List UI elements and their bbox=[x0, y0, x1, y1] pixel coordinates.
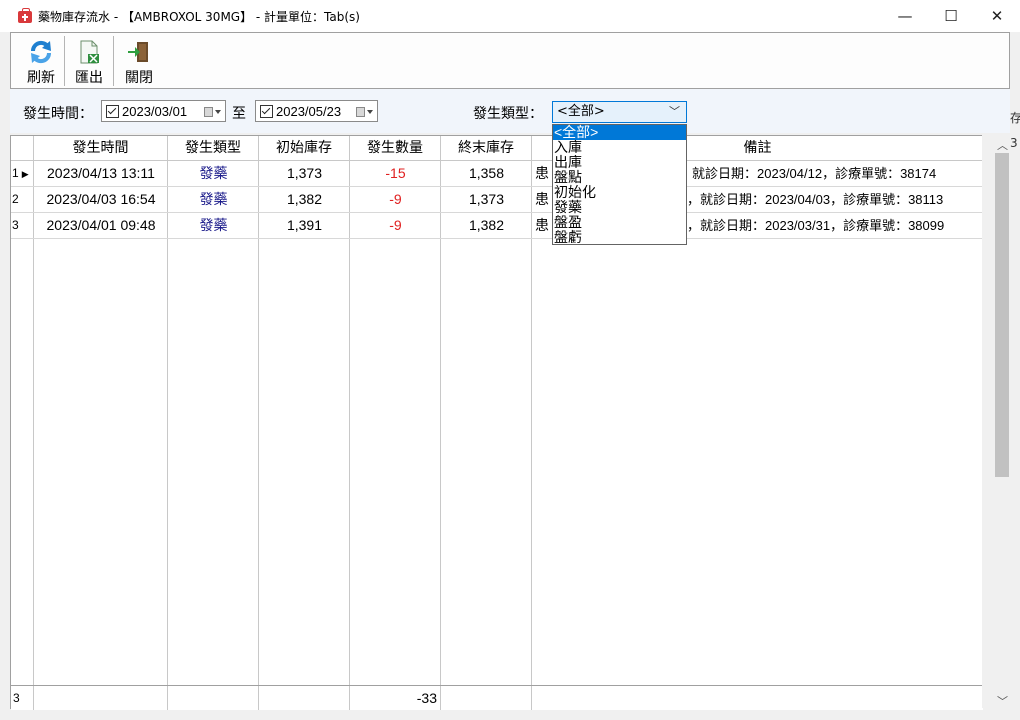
minimize-icon: — bbox=[897, 7, 913, 25]
time-cell[interactable]: 2023/04/01 09:48 bbox=[34, 213, 168, 238]
type-cell[interactable]: 發藥 bbox=[168, 187, 259, 212]
dropdown-option-stock-in[interactable]: 入庫 bbox=[553, 140, 686, 155]
refresh-label: 刷新 bbox=[27, 70, 55, 86]
table-row[interactable]: 3 2023/04/01 09:48 發藥 1,391 -9 1,382 患 ，… bbox=[11, 213, 983, 239]
refresh-icon bbox=[27, 38, 55, 65]
calendar-dropdown-icon[interactable] bbox=[356, 106, 373, 117]
record-count: 3 bbox=[11, 686, 34, 710]
type-dropdown-list[interactable]: <全部> 入庫 出庫 盤點 初始化 發藥 盤盈 盤虧 bbox=[552, 124, 687, 245]
current-row-indicator-icon: ▶ bbox=[21, 169, 29, 179]
dropdown-option-inventory-count[interactable]: 盤點 bbox=[553, 170, 686, 185]
data-grid: 發生時間 發生類型 初始庫存 發生數量 終末庫存 備註 1 ▶ 2023/04/1… bbox=[10, 135, 983, 710]
row-number: 1 ▶ bbox=[12, 166, 29, 180]
type-select[interactable]: <全部> ﹀ bbox=[552, 101, 687, 123]
to-label: 至 bbox=[232, 106, 246, 122]
dropdown-option-deficit[interactable]: 盤虧 bbox=[553, 230, 686, 245]
dropdown-option-surplus[interactable]: 盤盈 bbox=[553, 215, 686, 230]
summary-cell bbox=[34, 686, 168, 710]
date-to-checkbox[interactable] bbox=[260, 104, 273, 118]
close-icon: ✕ bbox=[990, 7, 1004, 25]
dropdown-option-stock-out[interactable]: 出庫 bbox=[553, 155, 686, 170]
toolbar: 刷新 匯出 關閉 bbox=[10, 32, 1010, 89]
time-cell[interactable]: 2023/04/13 13:11 bbox=[34, 161, 168, 186]
medicine-bag-icon bbox=[17, 8, 33, 24]
date-to-value: 2023/05/23 bbox=[276, 103, 342, 119]
start-stock-cell[interactable]: 1,382 bbox=[259, 187, 350, 212]
close-window-button[interactable]: ✕ bbox=[974, 0, 1020, 32]
dropdown-option-initialize[interactable]: 初始化 bbox=[553, 185, 686, 200]
table-row[interactable]: 1 ▶ 2023/04/13 13:11 發藥 1,373 -15 1,358 患… bbox=[11, 161, 983, 187]
start-stock-cell[interactable]: 1,373 bbox=[259, 161, 350, 186]
column-header[interactable]: 發生數量 bbox=[350, 136, 441, 160]
dropdown-option-all[interactable]: <全部> bbox=[553, 125, 686, 140]
clipped-text: 3 bbox=[1010, 136, 1018, 150]
clipped-panel: 存 3 bbox=[1010, 105, 1020, 150]
title-bar: 藥物庫存流水 - 【AMBROXOL 30MG】 - 計量單位：Tab(s) —… bbox=[0, 0, 1020, 32]
minimize-button[interactable]: — bbox=[882, 0, 928, 32]
scrollbar-thumb[interactable] bbox=[995, 153, 1009, 477]
quantity-cell[interactable]: -9 bbox=[350, 213, 441, 238]
column-header[interactable]: 發生類型 bbox=[168, 136, 259, 160]
clipped-text: 存 bbox=[1010, 111, 1020, 125]
type-cell[interactable]: 發藥 bbox=[168, 213, 259, 238]
close-button[interactable]: 關閉 bbox=[121, 35, 157, 87]
toolbar-separator bbox=[113, 36, 114, 86]
summary-cell bbox=[168, 686, 259, 710]
refresh-button[interactable]: 刷新 bbox=[23, 35, 59, 87]
time-label: 發生時間： bbox=[23, 106, 93, 122]
maximize-button[interactable]: ☐ bbox=[928, 0, 974, 32]
table-row[interactable]: 2 2023/04/03 16:54 發藥 1,382 -9 1,373 患 ，… bbox=[11, 187, 983, 213]
exit-door-icon bbox=[125, 38, 153, 65]
toolbar-separator bbox=[64, 36, 65, 86]
end-stock-cell[interactable]: 1,358 bbox=[441, 161, 532, 186]
quantity-cell[interactable]: -15 bbox=[350, 161, 441, 186]
type-select-value: <全部> bbox=[557, 104, 605, 119]
quantity-cell[interactable]: -9 bbox=[350, 187, 441, 212]
filter-bar: 發生時間： 2023/03/01 至 2023/05/23 發生類型： <全部>… bbox=[10, 89, 1010, 133]
type-cell[interactable]: 發藥 bbox=[168, 161, 259, 186]
row-number: 3 bbox=[12, 218, 19, 232]
date-from-value: 2023/03/01 bbox=[122, 103, 188, 119]
row-header-corner bbox=[11, 136, 34, 160]
window-title: 藥物庫存流水 - 【AMBROXOL 30MG】 - 計量單位：Tab(s) bbox=[38, 9, 360, 24]
summary-row: 3 -33 bbox=[11, 685, 983, 710]
type-label: 發生類型： bbox=[473, 106, 543, 122]
column-header[interactable]: 初始庫存 bbox=[259, 136, 350, 160]
date-from-checkbox[interactable] bbox=[106, 104, 119, 118]
quantity-total: -33 bbox=[350, 686, 441, 710]
export-label: 匯出 bbox=[75, 70, 103, 86]
calendar-dropdown-icon[interactable] bbox=[204, 106, 221, 117]
chevron-down-icon: ﹀ bbox=[669, 105, 680, 118]
export-excel-icon bbox=[75, 38, 103, 65]
start-stock-cell[interactable]: 1,391 bbox=[259, 213, 350, 238]
date-from-picker[interactable]: 2023/03/01 bbox=[101, 100, 226, 122]
dropdown-option-dispense[interactable]: 發藥 bbox=[553, 200, 686, 215]
end-stock-cell[interactable]: 1,373 bbox=[441, 187, 532, 212]
scroll-down-icon[interactable]: ﹀ bbox=[997, 693, 1008, 709]
summary-cell bbox=[259, 686, 350, 710]
grid-header: 發生時間 發生類型 初始庫存 發生數量 終末庫存 備註 bbox=[11, 136, 983, 161]
time-cell[interactable]: 2023/04/03 16:54 bbox=[34, 187, 168, 212]
row-number: 2 bbox=[12, 192, 19, 206]
vertical-scrollbar[interactable]: ︿ ﹀ bbox=[982, 135, 1010, 708]
close-label: 關閉 bbox=[125, 70, 153, 86]
note-cell[interactable]: ，就診日期：2023/03/31，診療單號：38099 bbox=[687, 213, 982, 238]
date-to-picker[interactable]: 2023/05/23 bbox=[255, 100, 378, 122]
note-cell[interactable]: ，就診日期：2023/04/03，診療單號：38113 bbox=[687, 187, 982, 212]
end-stock-cell[interactable]: 1,382 bbox=[441, 213, 532, 238]
scroll-up-icon[interactable]: ︿ bbox=[997, 137, 1008, 153]
column-header[interactable]: 發生時間 bbox=[34, 136, 168, 160]
export-button[interactable]: 匯出 bbox=[71, 35, 107, 87]
note-cell[interactable]: 就診日期：2023/04/12，診療單號：38174 bbox=[692, 161, 982, 186]
summary-cell bbox=[441, 686, 532, 710]
column-header[interactable]: 終末庫存 bbox=[441, 136, 532, 160]
maximize-icon: ☐ bbox=[944, 7, 958, 25]
